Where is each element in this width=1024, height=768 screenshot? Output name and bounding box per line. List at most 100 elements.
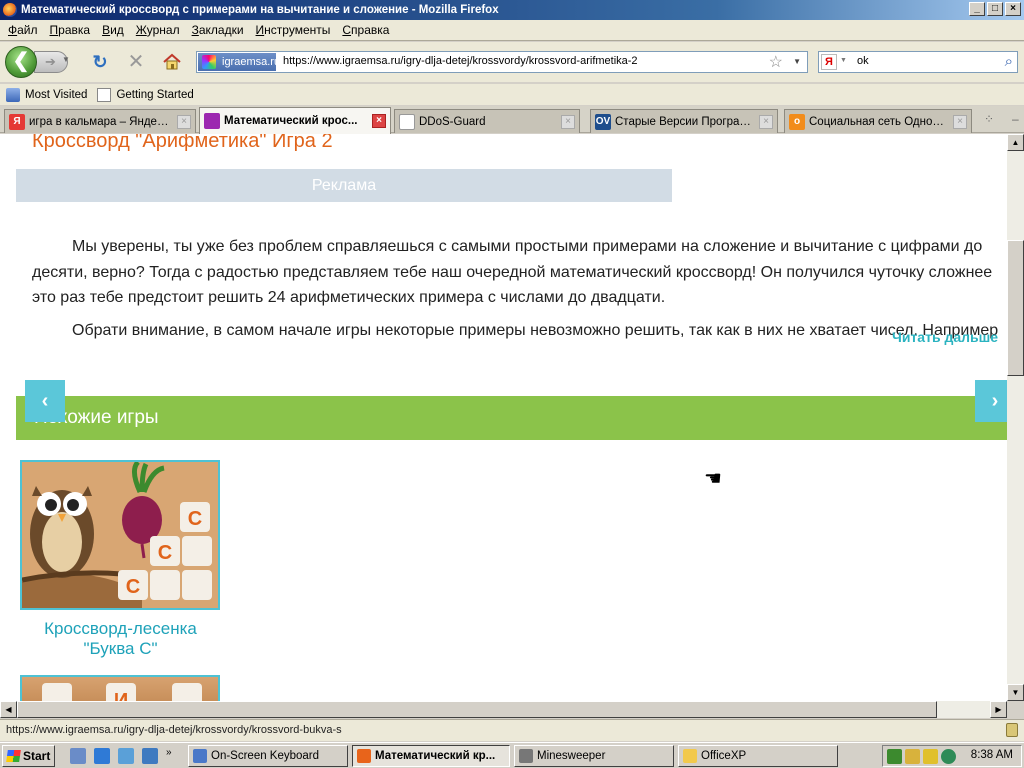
- search-bar[interactable]: Я ▼ ok ⌕: [818, 51, 1018, 73]
- description-line: Мы уверены, ты уже без проблем справляеш…: [72, 238, 983, 255]
- quick-launch-more-icon[interactable]: »: [166, 747, 172, 758]
- tab-close-icon[interactable]: ×: [561, 114, 575, 129]
- url-dropdown-icon[interactable]: ▼: [793, 57, 801, 66]
- bookmark-getting-started[interactable]: Getting Started: [97, 87, 194, 102]
- media-player-icon[interactable]: [142, 748, 158, 764]
- tab-close-icon[interactable]: ×: [372, 114, 386, 128]
- scroll-right-button[interactable]: ▶: [990, 701, 1007, 718]
- browser-tab[interactable]: Яигра в кальмара – Яндекс... ×: [4, 109, 196, 133]
- site-identity-button[interactable]: igraemsa.ru: [198, 53, 280, 71]
- card-letter: С: [126, 576, 140, 598]
- menu-item[interactable]: Журнал: [130, 23, 186, 37]
- url-bar[interactable]: igraemsa.ru https://www.igraemsa.ru/igry…: [196, 51, 808, 73]
- stop-icon[interactable]: ✕: [126, 52, 146, 72]
- menu-item[interactable]: Правка: [44, 23, 97, 37]
- outlook-express-icon[interactable]: [118, 748, 134, 764]
- bookmark-label: Most Visited: [25, 88, 88, 101]
- lock-icon: [1006, 723, 1018, 737]
- back-button[interactable]: ❮: [5, 46, 37, 78]
- tab-close-icon[interactable]: ×: [759, 114, 773, 129]
- tab-list-icon[interactable]: ⁘: [984, 112, 994, 126]
- ad-banner[interactable]: Реклама: [16, 169, 672, 202]
- taskbar-button-label: OfficeXP: [701, 750, 747, 762]
- url-input[interactable]: https://www.igraemsa.ru/igry-dlja-detej/…: [283, 55, 638, 67]
- power-icon[interactable]: [923, 749, 938, 764]
- taskbar-button-label: Minesweeper: [537, 750, 606, 762]
- browser-tab[interactable]: OV Старые Версии Программ... ×: [590, 109, 778, 133]
- menu-item[interactable]: Файл: [2, 23, 44, 37]
- scroll-down-button[interactable]: ▼: [1007, 684, 1024, 701]
- menu-bar: Файл Правка Вид Журнал Закладки Инструменты Сп…: [0, 20, 1024, 41]
- tab-favicon-icon: Я: [9, 113, 25, 130]
- windows-logo-icon: [6, 750, 21, 762]
- minimize-button[interactable]: _: [969, 2, 985, 16]
- hand-cursor-icon: ☚: [704, 468, 722, 490]
- browser-tab[interactable]: DDoS-Guard ×: [394, 109, 580, 133]
- engine-dropdown-icon[interactable]: ▼: [840, 57, 847, 64]
- page-icon: [97, 87, 112, 102]
- scroll-up-button[interactable]: ▲: [1007, 134, 1024, 151]
- horizontal-scrollbar[interactable]: ◀ ▶: [0, 701, 1007, 718]
- maximize-button[interactable]: □: [987, 2, 1003, 16]
- menu-item[interactable]: Справка: [336, 23, 395, 37]
- status-bar: https://www.igraemsa.ru/igry-dlja-detej/…: [0, 719, 1024, 741]
- window-controls: _ □ ×: [969, 2, 1021, 16]
- browser-tab[interactable]: o Социальная сеть Однокла... ×: [784, 109, 972, 133]
- carousel-prev-button[interactable]: ‹: [25, 380, 65, 422]
- taskbar-button[interactable]: Minesweeper: [514, 745, 674, 767]
- folder-icon: [6, 87, 20, 102]
- site-favicon-icon: [202, 55, 216, 69]
- taskbar-button[interactable]: Математический кр...: [352, 745, 510, 767]
- tab-favicon-icon: [399, 113, 415, 130]
- system-tray: 8:38 AM: [882, 745, 1022, 767]
- close-button[interactable]: ×: [1005, 2, 1021, 16]
- clock[interactable]: 8:38 AM: [971, 749, 1013, 761]
- tab-bar: ⁘ – Яигра в кальмара – Яндекс... × Математ…: [0, 106, 1024, 134]
- taskbar: Start » 8:38 AM On-Screen Keyboard Матема…: [0, 742, 1024, 768]
- game-title-link[interactable]: Кроссворд-лесенка "Буква С": [18, 619, 223, 659]
- history-dropdown-icon[interactable]: ▼: [62, 55, 70, 64]
- utorrent-icon[interactable]: [941, 749, 956, 764]
- scroll-thumb[interactable]: [17, 701, 937, 718]
- window-titlebar[interactable]: Математический кроссворд с примерами на …: [0, 0, 1024, 20]
- vertical-scrollbar[interactable]: ▲ ▼: [1007, 134, 1024, 701]
- carousel-next-button[interactable]: ›: [975, 380, 1007, 422]
- bookmark-label: Getting Started: [116, 88, 194, 101]
- internet-explorer-icon[interactable]: [94, 748, 110, 764]
- home-icon[interactable]: [162, 52, 182, 72]
- scroll-left-button[interactable]: ◀: [0, 701, 17, 718]
- tab-scroll-right-icon[interactable]: –: [1012, 112, 1019, 126]
- taskbar-button[interactable]: On-Screen Keyboard: [188, 745, 348, 767]
- bookmarks-toolbar: Most Visited Getting Started: [0, 84, 1024, 105]
- security-icon[interactable]: [905, 749, 920, 764]
- yandex-engine-icon[interactable]: Я: [821, 54, 837, 70]
- start-button[interactable]: Start: [2, 745, 55, 767]
- tab-close-icon[interactable]: ×: [177, 114, 191, 129]
- network-icon[interactable]: [887, 749, 902, 764]
- menu-item[interactable]: Вид: [96, 23, 130, 37]
- app-icon: [683, 749, 697, 763]
- search-magnifier-icon[interactable]: ⌕: [1005, 53, 1013, 70]
- show-desktop-icon[interactable]: [70, 748, 86, 764]
- tab-close-icon[interactable]: ×: [953, 114, 967, 129]
- site-identity-label: igraemsa.ru: [222, 56, 281, 68]
- bookmark-star-icon[interactable]: ☆: [769, 52, 783, 72]
- game-thumbnail[interactable]: И: [20, 675, 220, 701]
- game-thumbnail[interactable]: С С С: [20, 460, 220, 610]
- browser-tab[interactable]: Математический крос... ×: [199, 107, 391, 134]
- start-label: Start: [23, 749, 51, 763]
- taskbar-button[interactable]: OfficeXP: [678, 745, 838, 767]
- reload-icon[interactable]: ↻: [90, 52, 110, 72]
- firefox-icon: [3, 3, 17, 17]
- description-line: Обрати внимание, в самом начале игры нек…: [72, 322, 999, 339]
- scroll-thumb[interactable]: [1007, 240, 1024, 376]
- tab-favicon-icon: o: [789, 113, 805, 130]
- read-more-link[interactable]: Читать дальше: [892, 329, 998, 345]
- status-text: https://www.igraemsa.ru/igry-dlja-detej/…: [6, 724, 342, 736]
- game-thumbnail-illustration: И: [42, 683, 202, 701]
- bookmark-most-visited[interactable]: Most Visited: [6, 87, 88, 102]
- card-letter: И: [114, 690, 128, 701]
- menu-item[interactable]: Закладки: [186, 23, 250, 37]
- menu-item[interactable]: Инструменты: [250, 23, 337, 37]
- search-input[interactable]: ok: [857, 55, 869, 67]
